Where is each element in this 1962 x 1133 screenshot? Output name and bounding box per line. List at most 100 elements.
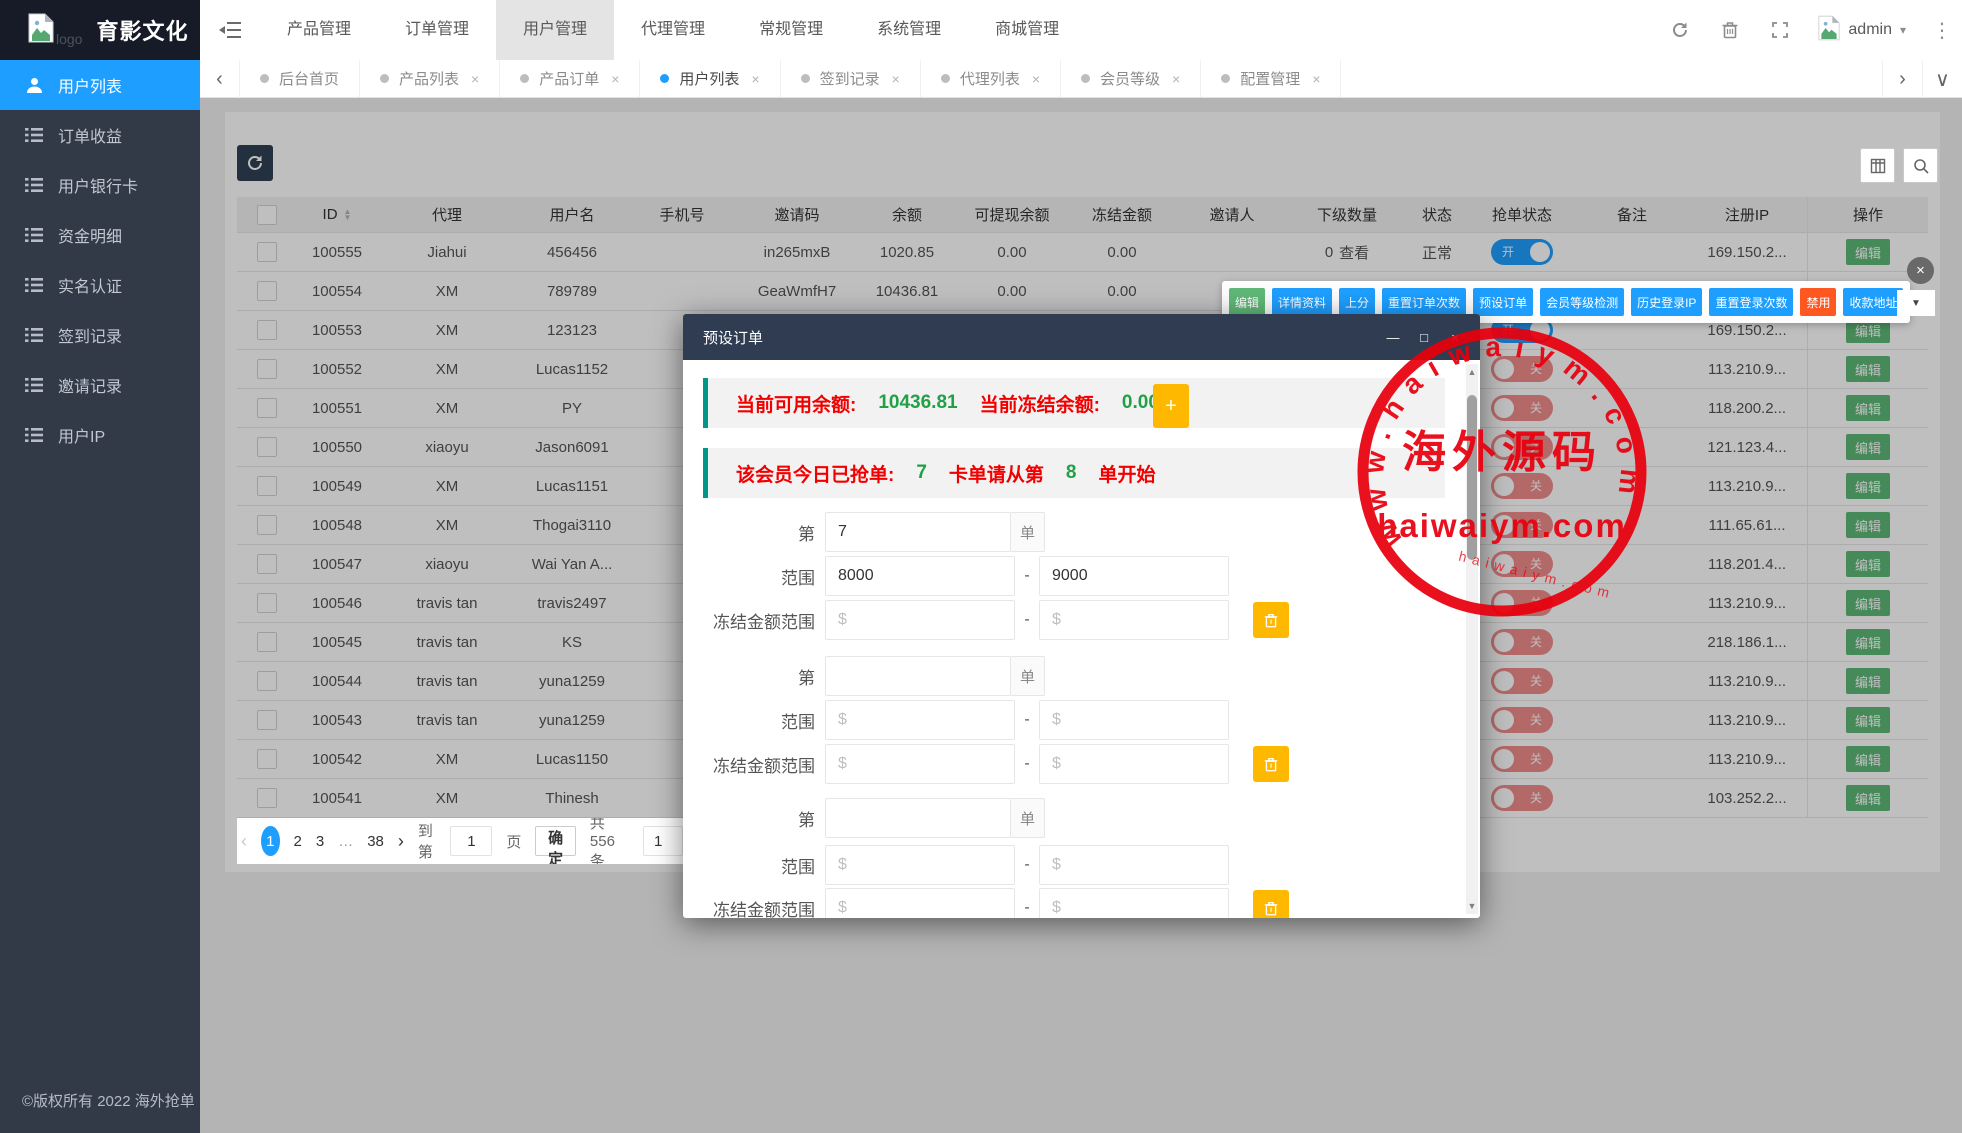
tab-close-icon[interactable]: ×	[611, 71, 619, 87]
range-label: 范围	[781, 712, 815, 732]
per-page-select[interactable]: 1	[643, 826, 683, 856]
range-from-input[interactable]	[825, 700, 1015, 740]
add-balance-button[interactable]: +	[1153, 384, 1189, 428]
tab-item[interactable]: 后台首页	[240, 60, 361, 97]
page-number[interactable]: 1	[261, 826, 280, 856]
nav-item[interactable]: 系统管理	[850, 0, 968, 60]
page-number[interactable]: 38	[367, 833, 384, 850]
row-action-button[interactable]: 重置订单次数	[1382, 288, 1467, 316]
tab-item[interactable]: 配置管理 ×	[1201, 60, 1342, 97]
user-menu[interactable]: admin ▾	[1818, 15, 1906, 46]
tab-item[interactable]: 会员等级 ×	[1061, 60, 1202, 97]
frozen-to-input[interactable]	[1039, 888, 1229, 918]
tabs-scroll-left[interactable]: ‹	[200, 60, 240, 98]
tab-close-icon[interactable]: ×	[892, 71, 900, 87]
order-number-input[interactable]	[825, 656, 1011, 696]
refresh-icon[interactable]	[1668, 18, 1692, 42]
sidebar-item[interactable]: 实名认证	[0, 260, 200, 310]
column-filter-icon[interactable]: ▼	[1897, 290, 1935, 316]
frozen-to-input[interactable]	[1039, 744, 1229, 784]
search-icon[interactable]	[1903, 148, 1938, 183]
popup-close-icon[interactable]: ×	[1907, 257, 1934, 284]
tab-close-icon[interactable]: ×	[471, 71, 479, 87]
tab-close-icon[interactable]: ×	[1032, 71, 1040, 87]
frozen-from-input[interactable]	[825, 744, 1015, 784]
row-action-button[interactable]: 收款地址	[1843, 288, 1904, 316]
scrollbar-thumb[interactable]	[1467, 395, 1477, 560]
range-to-input[interactable]	[1039, 700, 1229, 740]
sidebar-item[interactable]: 邀请记录	[0, 360, 200, 410]
nav-left: 产品管理 订单管理 用户管理 代理管理 常规管理 系统管理 商城管理	[200, 0, 1086, 60]
frozen-from-input[interactable]	[825, 888, 1015, 918]
page-next[interactable]: ›	[398, 831, 404, 852]
tab-close-icon[interactable]: ×	[1172, 71, 1180, 87]
list-icon	[24, 377, 44, 393]
tabs-scroll-right[interactable]: ›	[1882, 60, 1922, 98]
tab-active[interactable]: 用户列表 ×	[640, 60, 781, 97]
sidebar-item[interactable]: 订单收益	[0, 110, 200, 160]
confirm-page-button[interactable]: 确定	[535, 826, 576, 864]
bar-text: 10436.81	[878, 392, 958, 413]
columns-icon[interactable]	[1860, 148, 1895, 183]
row-action-button[interactable]: 历史登录IP	[1631, 288, 1703, 316]
row-action-button[interactable]: 编辑	[1229, 288, 1266, 316]
sidebar-item[interactable]: 用户列表	[0, 60, 200, 110]
tab-close-icon[interactable]: ×	[1312, 71, 1320, 87]
menu-fold-icon[interactable]	[200, 0, 260, 60]
preset-frozen-row: 冻结金额范围 -	[683, 600, 1443, 640]
tab-item[interactable]: 代理列表 ×	[921, 60, 1062, 97]
scroll-down-icon[interactable]: ▼	[1466, 901, 1478, 911]
nav-item[interactable]: 商城管理	[968, 0, 1086, 60]
row-action-button[interactable]: 预设订单	[1473, 288, 1534, 316]
order-number-input[interactable]	[825, 798, 1011, 838]
row-action-button[interactable]: 详情资料	[1272, 288, 1333, 316]
row-action-button[interactable]: 会员等级检测	[1540, 288, 1625, 316]
delete-group-button[interactable]	[1253, 746, 1289, 782]
range-to-input[interactable]	[1039, 845, 1229, 885]
frozen-to-input[interactable]	[1039, 600, 1229, 640]
sidebar-item[interactable]: 资金明细	[0, 210, 200, 260]
nav-item[interactable]: 代理管理	[614, 0, 732, 60]
goto-page-input[interactable]	[450, 826, 493, 856]
close-icon[interactable]: ×	[1448, 330, 1462, 345]
nav-item[interactable]: 产品管理	[260, 0, 378, 60]
bar-text: 7	[916, 462, 927, 483]
tab-item[interactable]: 产品订单 ×	[500, 60, 641, 97]
page-prev[interactable]: ‹	[241, 831, 247, 852]
row-action-button[interactable]: 禁用	[1800, 288, 1837, 316]
more-menu-icon[interactable]: ⋮	[1932, 18, 1952, 43]
tabs-collapse[interactable]: ∨	[1922, 60, 1962, 98]
modal-header[interactable]: 预设订单 — □ ×	[683, 314, 1480, 360]
num-addon-label: 单	[1011, 656, 1045, 696]
range-from-input[interactable]	[825, 556, 1015, 596]
minimize-icon[interactable]: —	[1386, 330, 1400, 345]
nav-item[interactable]: 订单管理	[378, 0, 496, 60]
delete-group-button[interactable]	[1253, 890, 1289, 918]
order-number-input[interactable]	[825, 512, 1011, 552]
nav-item[interactable]: 常规管理	[732, 0, 850, 60]
trash-icon[interactable]	[1718, 18, 1742, 42]
fullscreen-icon[interactable]	[1768, 18, 1792, 42]
tab-item[interactable]: 签到记录 ×	[781, 60, 921, 97]
sidebar-item[interactable]: 签到记录	[0, 310, 200, 360]
nav-item[interactable]: 用户管理	[496, 0, 615, 60]
tab-item[interactable]: 产品列表 ×	[360, 60, 501, 97]
table-tools	[1860, 148, 1938, 183]
modal-scrollbar[interactable]: ▲ ▼	[1466, 364, 1478, 914]
sidebar-item[interactable]: 用户银行卡	[0, 160, 200, 210]
sidebar-item[interactable]: 用户IP	[0, 410, 200, 460]
tab-dot-icon	[660, 74, 670, 83]
range-to-input[interactable]	[1039, 556, 1229, 596]
page-number[interactable]: 3	[316, 833, 324, 850]
row-action-button[interactable]: 重置登录次数	[1709, 288, 1794, 316]
scroll-up-icon[interactable]: ▲	[1466, 367, 1478, 377]
row-action-button[interactable]: 上分	[1339, 288, 1376, 316]
range-from-input[interactable]	[825, 845, 1015, 885]
avatar-broken-image	[1818, 15, 1840, 46]
frozen-from-input[interactable]	[825, 600, 1015, 640]
maximize-icon[interactable]: □	[1417, 330, 1431, 345]
range-dash: -	[1024, 711, 1030, 728]
delete-group-button[interactable]	[1253, 602, 1289, 638]
page-number[interactable]: 2	[294, 833, 302, 850]
tab-close-icon[interactable]: ×	[751, 71, 759, 87]
